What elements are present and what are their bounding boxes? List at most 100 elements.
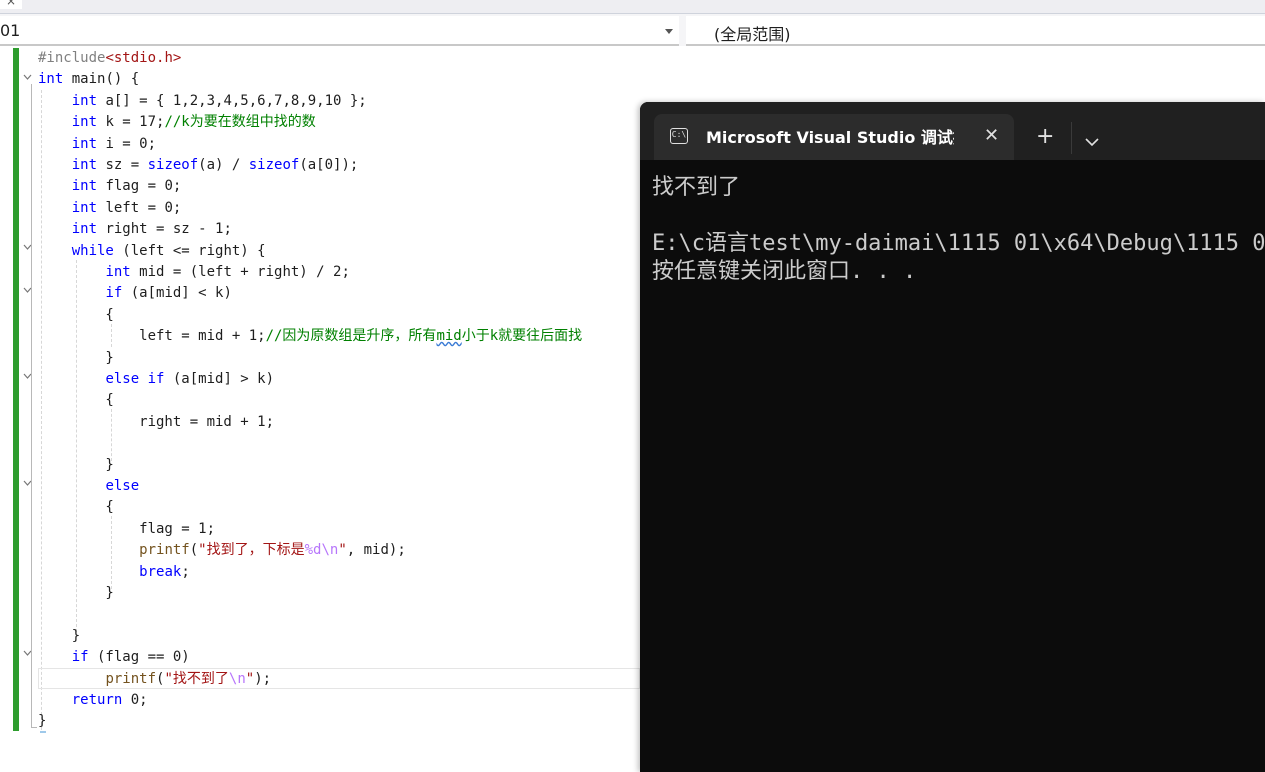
- outline-line: [31, 490, 32, 602]
- code-token: ": [338, 542, 347, 559]
- code-token: %d\n: [304, 542, 339, 559]
- code-token: while: [71, 242, 114, 259]
- code-token: (a[0]);: [299, 157, 359, 173]
- code-line: #include<stdio.h>: [38, 48, 181, 69]
- code-line: printf("找到了，下标是%d\n", mid);: [38, 540, 406, 561]
- code-token: else: [105, 371, 140, 387]
- code-token: (a[mid] > k): [164, 371, 275, 387]
- code-token: ": [245, 670, 255, 687]
- code-token: if: [71, 649, 89, 666]
- code-line: int i = 0;: [38, 134, 156, 155]
- code-line: if (flag == 0): [38, 647, 190, 668]
- code-line: left = mid + 1;//因为原数组是升序，所有mid小于k就要往后面找: [38, 326, 582, 347]
- code-token: (: [189, 542, 199, 559]
- code-token: int: [71, 157, 98, 173]
- code-line: }: [38, 348, 114, 369]
- code-line: printf("找不到了\n");: [38, 669, 271, 690]
- code-token: if: [105, 285, 123, 302]
- code-token: "找到了，下标是: [198, 542, 305, 559]
- debug-console-window[interactable]: C:\ Microsoft Visual Studio 调试控制台 ✕ + 找不…: [640, 102, 1265, 772]
- code-line: return 0;: [38, 690, 148, 711]
- outline-line: [31, 383, 32, 475]
- terminal-icon: C:\: [670, 128, 688, 144]
- code-line: {: [38, 390, 113, 411]
- code-token: sizeof: [147, 157, 199, 173]
- code-token: }: [38, 456, 114, 473]
- code-token: left = 0;: [97, 199, 182, 216]
- scope-dropdown-value: (全局范围): [714, 25, 791, 44]
- code-line: else if (a[mid] > k): [38, 369, 274, 390]
- new-tab-button[interactable]: +: [1036, 124, 1054, 150]
- close-tab-icon[interactable]: ×: [0, 0, 22, 9]
- code-token: }: [38, 585, 114, 601]
- code-line: {: [38, 305, 114, 326]
- code-line: else: [38, 476, 139, 497]
- code-token: mid: [436, 328, 462, 345]
- code-token: {: [38, 499, 114, 516]
- code-line: break;: [38, 562, 190, 583]
- code-token: i = 0;: [97, 135, 157, 152]
- scope-dropdown[interactable]: (全局范围): [686, 16, 1265, 46]
- end-marker: [40, 731, 46, 733]
- collapse-icon[interactable]: [23, 74, 32, 81]
- change-indicator-bar: [13, 48, 19, 731]
- code-token: {: [38, 306, 114, 323]
- code-line: flag = 1;: [38, 519, 215, 540]
- chevron-down-icon[interactable]: [665, 29, 673, 34]
- chevron-down-icon[interactable]: [1085, 132, 1099, 151]
- outline-end: [31, 727, 37, 728]
- close-icon[interactable]: ✕: [984, 124, 999, 148]
- code-editor[interactable]: #include<stdio.h> int main() { int a[] = …: [0, 48, 640, 772]
- code-token: \n: [228, 670, 246, 687]
- code-token: int: [71, 221, 98, 238]
- code-token: (a) /: [198, 157, 249, 173]
- console-tab[interactable]: C:\ Microsoft Visual Studio 调试控制台 ✕: [654, 114, 1014, 160]
- code-token: <stdio.h>: [105, 50, 182, 66]
- code-line: int left = 0;: [38, 198, 182, 219]
- document-tab-strip: ×: [0, 0, 1265, 14]
- outline-line: [31, 297, 32, 360]
- code-token: int: [71, 199, 98, 216]
- code-token: a[] = { 1,2,3,4,5,6,7,8,9,10 };: [97, 92, 367, 109]
- code-line: {: [38, 497, 114, 518]
- code-token: int: [38, 71, 64, 88]
- code-token: }: [38, 713, 47, 730]
- code-token: return: [71, 692, 123, 708]
- code-token: (a[mid] < k): [122, 285, 232, 302]
- navigation-bar: 01 (全局范围): [0, 14, 1265, 46]
- code-token: "找不到了: [164, 670, 229, 687]
- code-token: int: [71, 92, 98, 109]
- code-token: printf: [139, 542, 190, 559]
- console-output-line: 找不到了: [652, 175, 741, 200]
- code-line: int k = 17;//k为要在数组中找的数: [38, 112, 316, 133]
- code-line: if (a[mid] < k): [38, 283, 232, 304]
- code-line: int right = sz - 1;: [38, 219, 232, 240]
- project-dropdown[interactable]: 01: [0, 16, 679, 46]
- code-token: flag = 1;: [38, 520, 216, 537]
- code-line: }: [38, 626, 80, 647]
- code-token: //因为原数组是升序，所有: [265, 328, 437, 345]
- code-token: printf: [105, 670, 157, 687]
- code-line: }: [38, 455, 114, 476]
- code-token: int: [71, 114, 98, 131]
- code-token: int: [105, 264, 131, 280]
- console-title-bar: C:\ Microsoft Visual Studio 调试控制台 ✕ +: [640, 102, 1265, 160]
- code-token: (flag == 0): [88, 649, 190, 666]
- tab-separator: [1071, 122, 1072, 154]
- code-token: right = sz - 1;: [97, 221, 232, 238]
- code-token: //k为要在数组中找的数: [164, 114, 316, 131]
- console-tab-title: Microsoft Visual Studio 调试控制台: [706, 128, 954, 147]
- code-token: }: [38, 349, 114, 366]
- code-token: if: [147, 371, 165, 387]
